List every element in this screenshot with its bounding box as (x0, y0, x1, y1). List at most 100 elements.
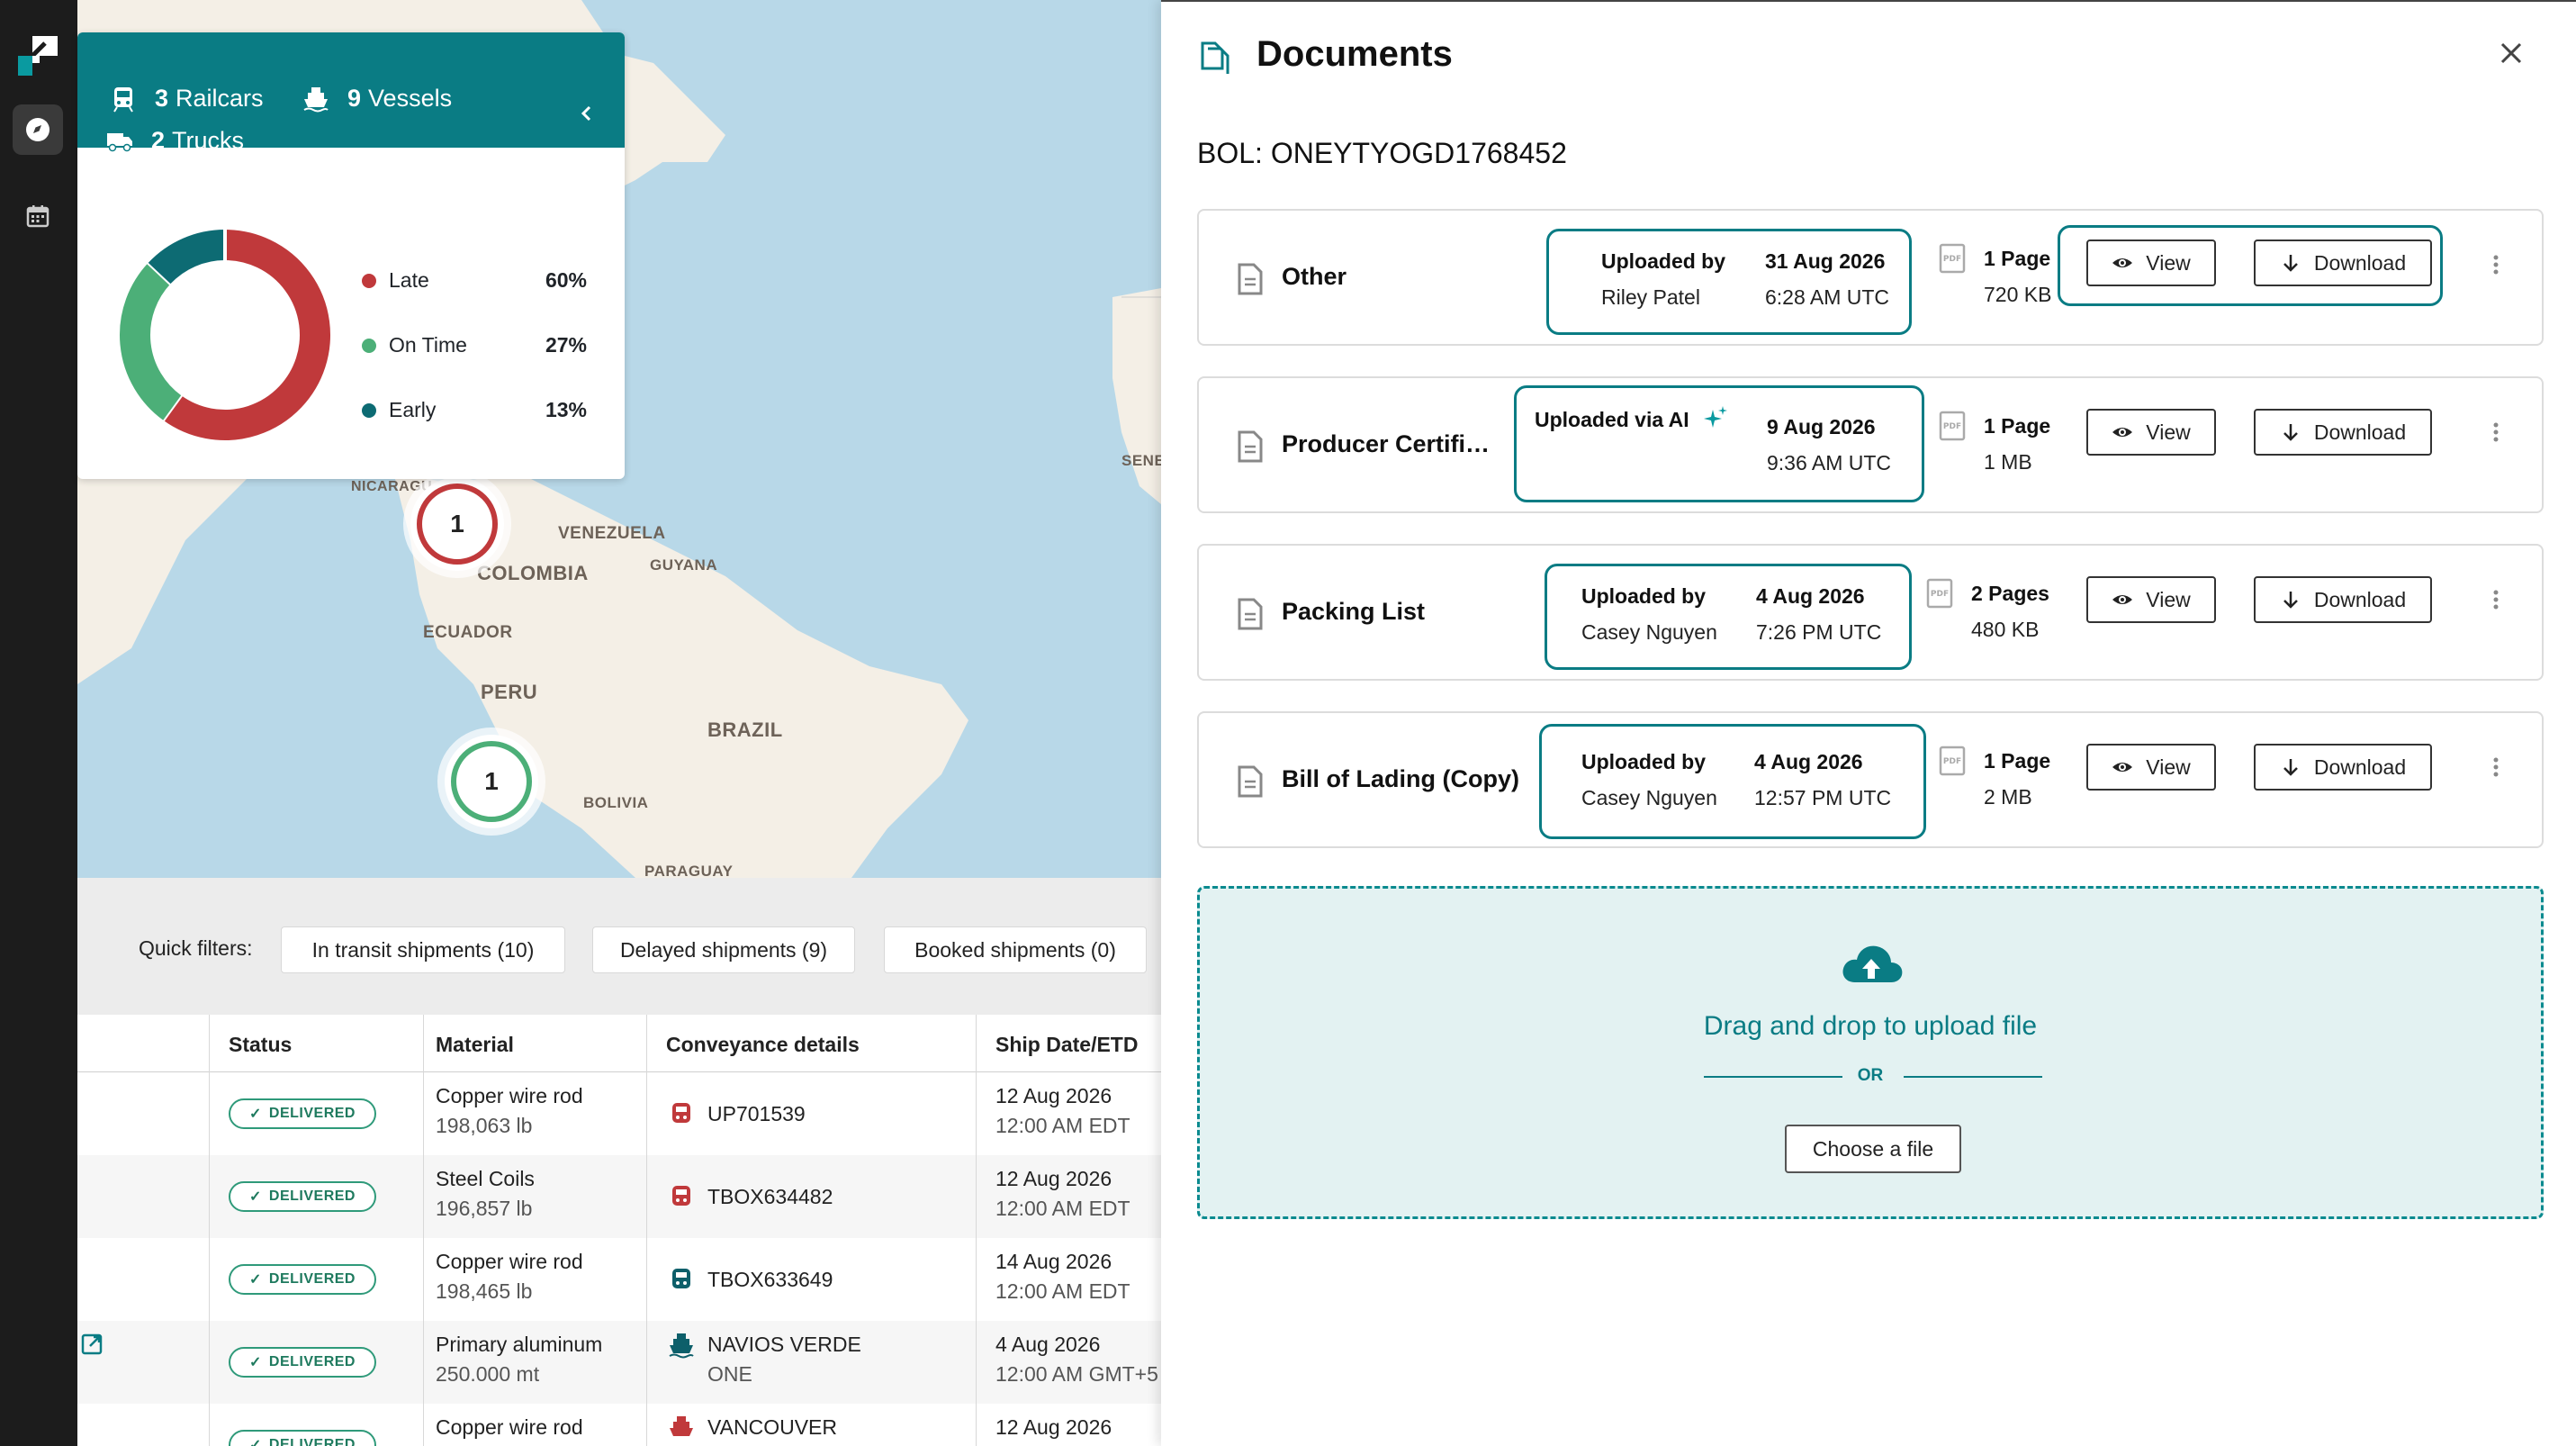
page-count: 1 Page (1984, 414, 2051, 438)
view-button[interactable]: View (2086, 409, 2216, 456)
material-name: Copper wire rod (436, 1415, 583, 1439)
ship-date-cell: 14 Aug 2026 12:00 AM EDT (995, 1247, 1130, 1306)
upload-label: Uploaded by (1601, 249, 1726, 273)
upload-date: 4 Aug 2026 (1756, 584, 1865, 608)
column-divider (423, 1015, 424, 1446)
nav-calendar-button[interactable] (13, 191, 63, 241)
close-icon[interactable] (2499, 41, 2523, 65)
legend-label: On Time (389, 333, 467, 357)
app-logo-icon[interactable] (18, 36, 58, 76)
upload-label: Uploaded by (1581, 584, 1707, 608)
conveyance-id[interactable]: TBOX633649 (707, 1265, 833, 1295)
download-arrow-icon (2283, 255, 2298, 272)
column-header-material[interactable]: Material (436, 1033, 514, 1057)
railcars-count: 3 (155, 85, 169, 112)
table-header: Status Material Conveyance details Ship … (77, 1015, 1161, 1072)
map-label-brazil: BRAZIL (707, 718, 783, 741)
column-header-conveyance[interactable]: Conveyance details (666, 1033, 860, 1057)
download-button[interactable]: Download (2254, 744, 2432, 791)
more-options-icon[interactable] (2490, 587, 2502, 619)
document-card[interactable]: Other Uploaded by Riley Patel 31 Aug 202… (1197, 209, 2544, 346)
upload-date: 4 Aug 2026 (1754, 750, 1863, 773)
ship-time: 12:00 AM EDT (995, 1197, 1130, 1220)
quick-filters-label: Quick filters: (139, 936, 253, 960)
railcar-icon (672, 1269, 690, 1288)
document-card[interactable]: Producer Certificate Uploaded via AI 9 A… (1197, 376, 2544, 513)
material-cell: Steel Coils 196,857 lb (436, 1164, 535, 1224)
document-card[interactable]: Packing List Uploaded by Casey Nguyen 4 … (1197, 544, 2544, 681)
filter-chip-booked[interactable]: Booked shipments (0) (884, 926, 1147, 973)
choose-file-button[interactable]: Choose a file (1785, 1125, 1961, 1173)
document-name: Producer Certificate (1282, 430, 1498, 457)
vessels-stat: 9 Vessels (302, 85, 452, 113)
download-button[interactable]: Download (2254, 576, 2432, 623)
download-label: Download (2313, 250, 2407, 275)
view-button[interactable]: View (2086, 744, 2216, 791)
page-count: 1 Page (1984, 247, 2051, 270)
map-label-peru: PERU (481, 681, 538, 703)
view-button[interactable]: View (2086, 239, 2216, 286)
download-button[interactable]: Download (2254, 239, 2432, 286)
conveyance-id[interactable]: TBOX634482 (707, 1182, 833, 1212)
check-icon: ✓ (249, 1107, 262, 1122)
material-name: Steel Coils (436, 1167, 535, 1190)
map-label-colombia: COLOMBIA (477, 562, 589, 584)
conveyance-id[interactable]: VANCOUVER (707, 1413, 837, 1442)
more-options-icon[interactable] (2490, 755, 2502, 787)
pdf-icon: PDF (1939, 746, 1966, 776)
filter-chip-in-transit[interactable]: In transit shipments (10) (281, 926, 565, 973)
shipment-summary-card: 3 Railcars 9 Vessels 2 Trucks Late 60% O… (77, 32, 625, 479)
status-badge: ✓ DELIVERED (229, 1264, 376, 1295)
material-cell: Copper wire rod 198,465 lb (436, 1247, 583, 1306)
donut-slice-on-time[interactable] (120, 262, 182, 420)
check-icon: ✓ (249, 1272, 262, 1288)
trucks-count: 2 (151, 127, 166, 154)
column-divider (976, 1015, 977, 1446)
shipments-table: Status Material Conveyance details Ship … (77, 1015, 1161, 1446)
ship-date: 12 Aug 2026 (995, 1167, 1112, 1190)
upload-label: Uploaded via AI (1535, 408, 1689, 431)
upload-dropzone[interactable]: Drag and drop to upload file OR Choose a… (1197, 886, 2544, 1219)
eye-icon (2112, 428, 2133, 437)
map-cluster-late[interactable]: 1 (410, 477, 504, 571)
collapse-chevron-left-icon[interactable] (576, 103, 598, 124)
more-options-icon[interactable] (2490, 420, 2502, 452)
nav-explore-button[interactable] (13, 104, 63, 155)
document-card[interactable]: Bill of Lading (Copy) Uploaded by Casey … (1197, 711, 2544, 848)
svg-text:PDF: PDF (1943, 255, 1961, 264)
vessels-label: Vessels (368, 85, 453, 112)
page-count: 2 Pages (1971, 582, 2049, 605)
donut-slice-late[interactable] (163, 230, 330, 440)
uploader-name: Casey Nguyen (1581, 620, 1717, 644)
pdf-icon: PDF (1939, 411, 1966, 441)
truck-icon (107, 132, 132, 151)
conveyance-id[interactable]: UP701539 (707, 1099, 806, 1129)
legend-value: 60% (545, 268, 587, 292)
legend-value: 13% (545, 398, 587, 421)
external-link-icon[interactable] (81, 1332, 104, 1355)
material-name: Primary aluminum (436, 1333, 603, 1356)
ship-date: 4 Aug 2026 (995, 1333, 1101, 1356)
view-button[interactable]: View (2086, 576, 2216, 623)
ship-date: 12 Aug 2026 (995, 1415, 1112, 1439)
column-header-status[interactable]: Status (229, 1033, 292, 1057)
column-header-ship-date[interactable]: Ship Date/ETD (995, 1033, 1138, 1057)
download-arrow-icon (2283, 759, 2298, 776)
check-icon: ✓ (249, 1438, 262, 1446)
filter-chip-delayed[interactable]: Delayed shipments (9) (592, 926, 855, 973)
status-text: DELIVERED (268, 1106, 356, 1121)
download-button[interactable]: Download (2254, 409, 2432, 456)
document-name: Bill of Lading (Copy) (1282, 765, 1519, 792)
uploader-info: Uploaded by Casey Nguyen 4 Aug 2026 12:5… (1539, 724, 1926, 839)
status-badge: ✓ DELIVERED (229, 1347, 376, 1378)
conveyance-id[interactable]: NAVIOS VERDE (707, 1330, 861, 1360)
document-file-icon (1238, 598, 1263, 630)
donut-slice-early[interactable] (148, 230, 226, 285)
document-file-icon (1238, 263, 1263, 295)
pdf-icon: PDF (1939, 243, 1966, 274)
column-divider (646, 1015, 647, 1446)
more-options-icon[interactable] (2490, 252, 2502, 285)
map-cluster-on-time[interactable]: 1 (445, 735, 538, 828)
material-quantity: 250.000 mt (436, 1362, 540, 1386)
column-divider (209, 1015, 210, 1446)
